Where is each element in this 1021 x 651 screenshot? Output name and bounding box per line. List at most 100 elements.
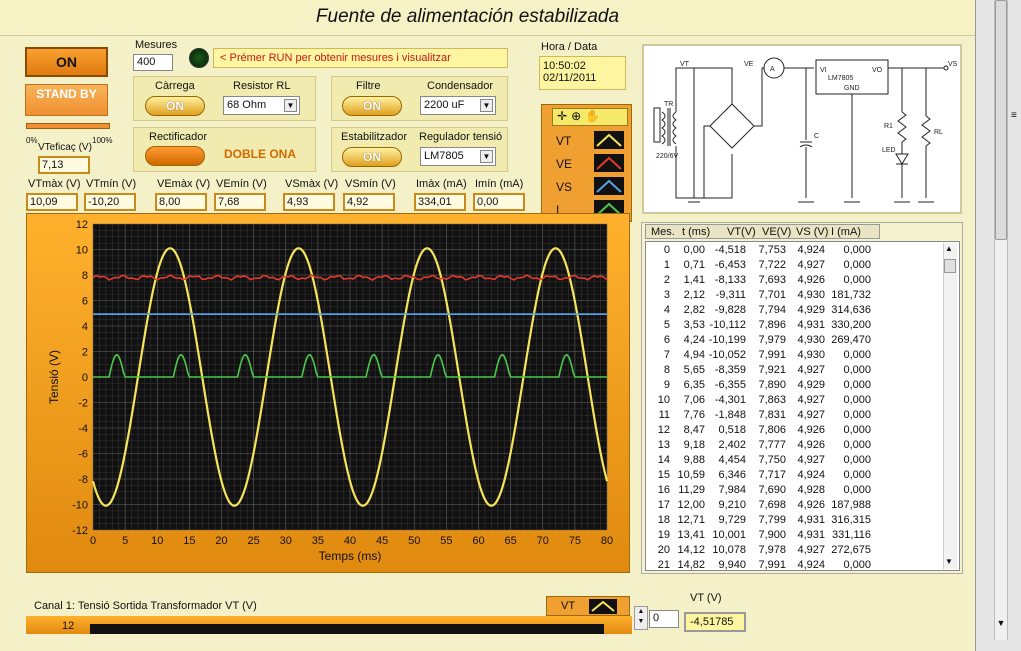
table-cell: 0,000 — [843, 364, 871, 376]
reading-value: 4,92 — [343, 193, 395, 211]
table-row[interactable]: 21 14,82 9,940 7,991 4,924 0,000 — [646, 559, 941, 574]
scale-max: 100% — [92, 136, 113, 145]
table-cell: 9 — [663, 379, 670, 391]
estabilitzador-toggle[interactable]: ON — [342, 147, 402, 167]
table-row[interactable]: 10 7,06 -4,301 7,863 4,927 0,000 — [646, 394, 941, 409]
table-cell: -6,453 — [714, 259, 746, 271]
table-row[interactable]: 5 3,53 -10,112 7,896 4,931 330,200 — [646, 319, 941, 334]
scroll-up-arrow-icon[interactable]: ▲ — [945, 244, 953, 253]
scrollbar-thumb[interactable] — [995, 0, 1007, 240]
table-row[interactable]: 14 9,88 4,454 7,750 4,927 0,000 — [646, 454, 941, 469]
x-tick-label: 30 — [280, 535, 292, 547]
carrega-toggle[interactable]: ON — [145, 96, 205, 116]
table-cell: 5,65 — [683, 364, 705, 376]
measurement-table[interactable]: 0 0,00 -4,518 7,753 4,924 0,000 1 0,71 -6,453 7,7… — [645, 241, 960, 571]
table-row[interactable]: 8 5,65 -8,359 7,921 4,927 0,000 — [646, 364, 941, 379]
table-row[interactable]: 0 0,00 -4,518 7,753 4,924 0,000 — [646, 244, 941, 259]
table-row[interactable]: 20 14,12 10,078 7,978 4,927 272,675 — [646, 544, 941, 559]
vtef-label: VTeficaç (V) — [38, 142, 92, 153]
table-row[interactable]: 2 1,41 -8,133 7,693 4,926 0,000 — [646, 274, 941, 289]
table-row[interactable]: 16 11,29 7,984 7,690 4,928 0,000 — [646, 484, 941, 499]
table-row[interactable]: 9 6,35 -6,355 7,890 4,929 0,000 — [646, 379, 941, 394]
table-cell: 7,896 — [758, 319, 786, 331]
table-cell: 7,979 — [758, 334, 786, 346]
index-input[interactable]: 0 — [649, 610, 679, 628]
table-cell: 7,978 — [758, 544, 786, 556]
legend-swatch[interactable] — [594, 177, 624, 195]
table-cell: 6,35 — [683, 379, 705, 391]
reading-label: VTmín (V) — [86, 178, 137, 190]
table-cell: -9,828 — [714, 304, 746, 316]
table-cell: 7,991 — [758, 559, 786, 571]
scroll-down-arrow-icon[interactable]: ▼ — [945, 557, 953, 566]
estabilitzador-label: Estabilitzador — [341, 131, 408, 143]
vtef-value: 7,13 — [38, 156, 90, 174]
table-cell: 0,000 — [843, 424, 871, 436]
condensador-value: 2200 uF — [424, 99, 465, 111]
reading-value: 4,93 — [283, 193, 335, 211]
mesures-input[interactable]: 400 — [133, 54, 173, 71]
table-row[interactable]: 6 4,24 -10,199 7,979 4,930 269,470 — [646, 334, 941, 349]
y-axis-label: Tensió (V) — [47, 350, 61, 404]
table-row[interactable]: 12 8,47 0,518 7,806 4,926 0,000 — [646, 424, 941, 439]
condensador-select[interactable]: 2200 uF ▼ — [420, 96, 496, 115]
scroll-down-arrow-icon[interactable]: ▼ — [995, 618, 1007, 630]
table-row[interactable]: 17 12,00 9,210 7,698 4,926 187,988 — [646, 499, 941, 514]
standby-button[interactable]: STAND BY — [25, 84, 108, 116]
table-cell: -10,112 — [709, 319, 747, 331]
index-stepper[interactable]: ▲ ▼ — [634, 606, 648, 630]
x-tick-label: 70 — [537, 535, 549, 547]
y-tick-label: 2 — [82, 347, 88, 359]
table-cell: 9,729 — [718, 514, 746, 526]
on-button[interactable]: ON — [25, 47, 108, 77]
table-cell: 16 — [657, 484, 670, 496]
table-cell: 4,94 — [683, 349, 705, 361]
table-row[interactable]: 3 2,12 -9,311 7,701 4,930 181,732 — [646, 289, 941, 304]
table-row[interactable]: 11 7,76 -1,848 7,831 4,927 0,000 — [646, 409, 941, 424]
table-cell: 2,12 — [683, 289, 705, 301]
table-row[interactable]: 1 0,71 -6,453 7,722 4,927 0,000 — [646, 259, 941, 274]
table-cell: 2,82 — [683, 304, 705, 316]
graph-tools-palette[interactable]: ✛⊕✋ — [552, 108, 628, 126]
dropdown-arrow-icon[interactable]: ▼ — [480, 150, 493, 163]
table-row[interactable]: 13 9,18 2,402 7,777 4,926 0,000 — [646, 439, 941, 454]
rectificador-label: Rectificador — [149, 131, 208, 143]
run-hint: < Prémer RUN per obtenir mesures i visua… — [213, 48, 508, 68]
legend-swatch[interactable] — [594, 154, 624, 172]
table-scrollbar[interactable] — [943, 243, 957, 569]
cursor-tool-icon[interactable]: ✛ — [557, 109, 571, 123]
table-cell: 5 — [663, 319, 670, 331]
svg-text:VT: VT — [680, 61, 690, 68]
reading-value: 7,68 — [214, 193, 266, 211]
dropdown-arrow-icon[interactable]: ▼ — [480, 99, 493, 112]
bottom-chart-plot — [90, 624, 604, 634]
filtre-toggle[interactable]: ON — [342, 96, 402, 116]
table-row[interactable]: 7 4,94 -10,052 7,991 4,930 0,000 — [646, 349, 941, 364]
legend-swatch[interactable] — [594, 131, 624, 149]
regulador-select[interactable]: LM7805 ▼ — [420, 147, 496, 166]
table-scroll-thumb[interactable] — [944, 259, 956, 273]
pan-hand-icon[interactable]: ✋ — [585, 109, 604, 123]
reading-label: VTmàx (V) — [28, 178, 81, 190]
table-cell: 0,000 — [843, 379, 871, 391]
voltage-chart[interactable]: 0 5 10 15 20 25 30 35 40 45 50 55 60 65 70 75 8012108642… — [26, 213, 630, 573]
dropdown-arrow-icon[interactable]: ▼ — [284, 99, 297, 112]
zoom-tool-icon[interactable]: ⊕ — [571, 109, 585, 123]
reading-label: VEmín (V) — [216, 178, 267, 190]
datetime-display: 10:50:02 02/11/2011 — [539, 56, 626, 90]
table-row[interactable]: 4 2,82 -9,828 7,794 4,929 314,636 — [646, 304, 941, 319]
table-cell: 10,59 — [677, 469, 705, 481]
rectificador-toggle[interactable] — [145, 146, 205, 166]
y-tick-label: -2 — [78, 398, 88, 410]
table-row[interactable]: 19 13,41 10,001 7,900 4,931 331,116 — [646, 529, 941, 544]
y-tick-label: -10 — [72, 500, 88, 512]
table-cell: 331,116 — [832, 529, 871, 541]
table-cell: 187,988 — [831, 499, 871, 511]
table-cell: 18 — [657, 514, 670, 526]
regulador-value: LM7805 — [424, 150, 464, 162]
table-row[interactable]: 18 12,71 9,729 7,799 4,931 316,315 — [646, 514, 941, 529]
table-row[interactable]: 15 10,59 6,346 7,717 4,924 0,000 — [646, 469, 941, 484]
table-cell: -9,311 — [715, 289, 746, 301]
resistor-select[interactable]: 68 Ohm ▼ — [223, 96, 300, 115]
vt-readout-value: -4,51785 — [684, 612, 746, 632]
